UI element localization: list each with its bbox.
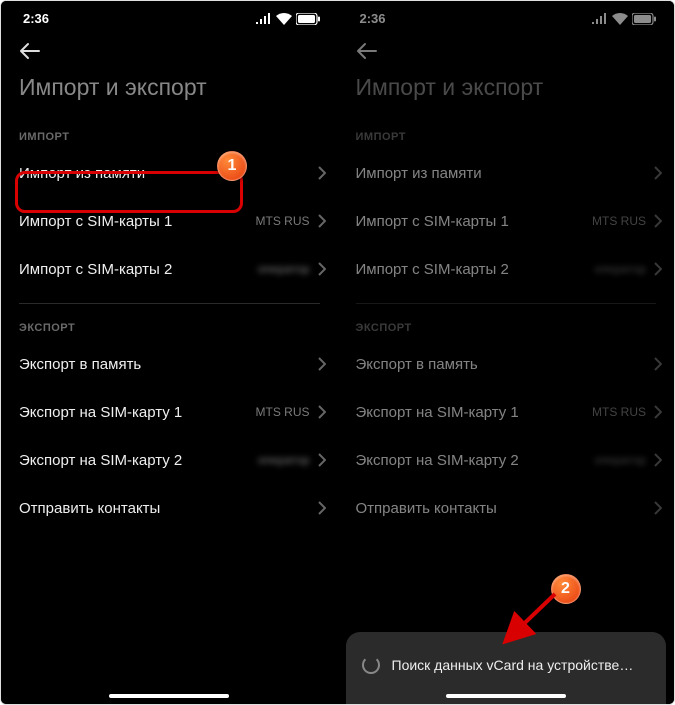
- row-label: Отправить контакты: [356, 500, 497, 517]
- chevron-right-icon: [654, 214, 662, 228]
- back-arrow-icon: [356, 42, 378, 60]
- chevron-right-icon: [318, 262, 326, 276]
- row-import-memory[interactable]: Импорт из памяти: [1, 149, 338, 197]
- back-button[interactable]: [338, 30, 675, 72]
- toast-searching-vcard: Поиск данных vCard на устройстве…: [346, 632, 667, 704]
- row-label: Импорт из памяти: [356, 165, 482, 182]
- row-export-sim1[interactable]: Экспорт на SIM-карту 1 MTS RUS: [1, 388, 338, 436]
- signal-icon: [256, 13, 272, 24]
- screen-right: 2:36 Импорт и экспорт ИМПОРТ Импорт из п…: [338, 1, 675, 704]
- row-import-memory[interactable]: Импорт из памяти: [338, 149, 675, 197]
- row-subtext: MTS RUS: [592, 214, 646, 228]
- back-arrow-icon: [19, 42, 41, 60]
- row-subtext: оператор: [258, 262, 310, 276]
- section-import-label: ИМПОРТ: [1, 117, 338, 149]
- wifi-icon: [276, 13, 292, 25]
- chevron-right-icon: [318, 166, 326, 180]
- status-icons: [592, 13, 656, 25]
- row-export-memory[interactable]: Экспорт в память: [1, 340, 338, 388]
- row-label: Экспорт в память: [19, 356, 141, 373]
- row-send-contacts[interactable]: Отправить контакты: [1, 484, 338, 532]
- row-export-sim2[interactable]: Экспорт на SIM-карту 2 оператор: [1, 436, 338, 484]
- row-label: Экспорт на SIM-карту 1: [19, 404, 182, 421]
- chevron-right-icon: [654, 262, 662, 276]
- row-subtext: оператор: [594, 262, 646, 276]
- screen-left: 2:36 Импорт и экспорт ИМПОРТ Импорт из п…: [1, 1, 338, 704]
- row-import-sim2[interactable]: Импорт с SIM-карты 2 оператор: [338, 245, 675, 293]
- chevron-right-icon: [318, 357, 326, 371]
- row-label: Экспорт на SIM-карту 2: [356, 452, 519, 469]
- row-send-contacts[interactable]: Отправить контакты: [338, 484, 675, 532]
- row-import-sim2[interactable]: Импорт с SIM-карты 2 оператор: [1, 245, 338, 293]
- section-import-label: ИМПОРТ: [338, 117, 675, 149]
- chevron-right-icon: [318, 214, 326, 228]
- status-bar: 2:36: [338, 1, 675, 30]
- row-label: Отправить контакты: [19, 500, 160, 517]
- row-subtext: MTS RUS: [592, 405, 646, 419]
- row-label: Импорт из памяти: [19, 165, 145, 182]
- chevron-right-icon: [654, 166, 662, 180]
- chevron-right-icon: [654, 501, 662, 515]
- row-subtext: MTS RUS: [256, 405, 310, 419]
- divider: [356, 303, 657, 304]
- toast-text: Поиск данных vCard на устройстве…: [392, 657, 634, 673]
- chevron-right-icon: [318, 501, 326, 515]
- wifi-icon: [612, 13, 628, 25]
- row-label: Экспорт на SIM-карту 1: [356, 404, 519, 421]
- divider: [19, 303, 320, 304]
- row-label: Импорт с SIM-карты 1: [19, 213, 172, 230]
- clock: 2:36: [23, 11, 49, 26]
- home-indicator[interactable]: [109, 694, 229, 698]
- annotation-badge-2: 2: [551, 574, 581, 604]
- chevron-right-icon: [654, 405, 662, 419]
- status-icons: [256, 13, 320, 25]
- chevron-right-icon: [654, 453, 662, 467]
- status-bar: 2:36: [1, 1, 338, 30]
- battery-icon: [296, 13, 320, 25]
- row-subtext: оператор: [594, 453, 646, 467]
- back-button[interactable]: [1, 30, 338, 72]
- home-indicator[interactable]: [446, 694, 566, 698]
- page-title: Импорт и экспорт: [1, 72, 338, 117]
- row-import-sim1[interactable]: Импорт с SIM-карты 1 MTS RUS: [1, 197, 338, 245]
- row-export-sim2[interactable]: Экспорт на SIM-карту 2 оператор: [338, 436, 675, 484]
- row-label: Экспорт в память: [356, 356, 478, 373]
- clock: 2:36: [360, 11, 386, 26]
- row-label: Экспорт на SIM-карту 2: [19, 452, 182, 469]
- row-subtext: MTS RUS: [256, 214, 310, 228]
- section-export-label: ЭКСПОРТ: [338, 308, 675, 340]
- chevron-right-icon: [318, 405, 326, 419]
- row-label: Импорт с SIM-карты 2: [19, 261, 172, 278]
- row-import-sim1[interactable]: Импорт с SIM-карты 1 MTS RUS: [338, 197, 675, 245]
- spinner-icon: [362, 656, 380, 674]
- row-subtext: оператор: [258, 453, 310, 467]
- row-label: Импорт с SIM-карты 1: [356, 213, 509, 230]
- row-label: Импорт с SIM-карты 2: [356, 261, 509, 278]
- battery-icon: [632, 13, 656, 25]
- chevron-right-icon: [654, 357, 662, 371]
- page-title: Импорт и экспорт: [338, 72, 675, 117]
- signal-icon: [592, 13, 608, 24]
- row-export-memory[interactable]: Экспорт в память: [338, 340, 675, 388]
- chevron-right-icon: [318, 453, 326, 467]
- section-export-label: ЭКСПОРТ: [1, 308, 338, 340]
- row-export-sim1[interactable]: Экспорт на SIM-карту 1 MTS RUS: [338, 388, 675, 436]
